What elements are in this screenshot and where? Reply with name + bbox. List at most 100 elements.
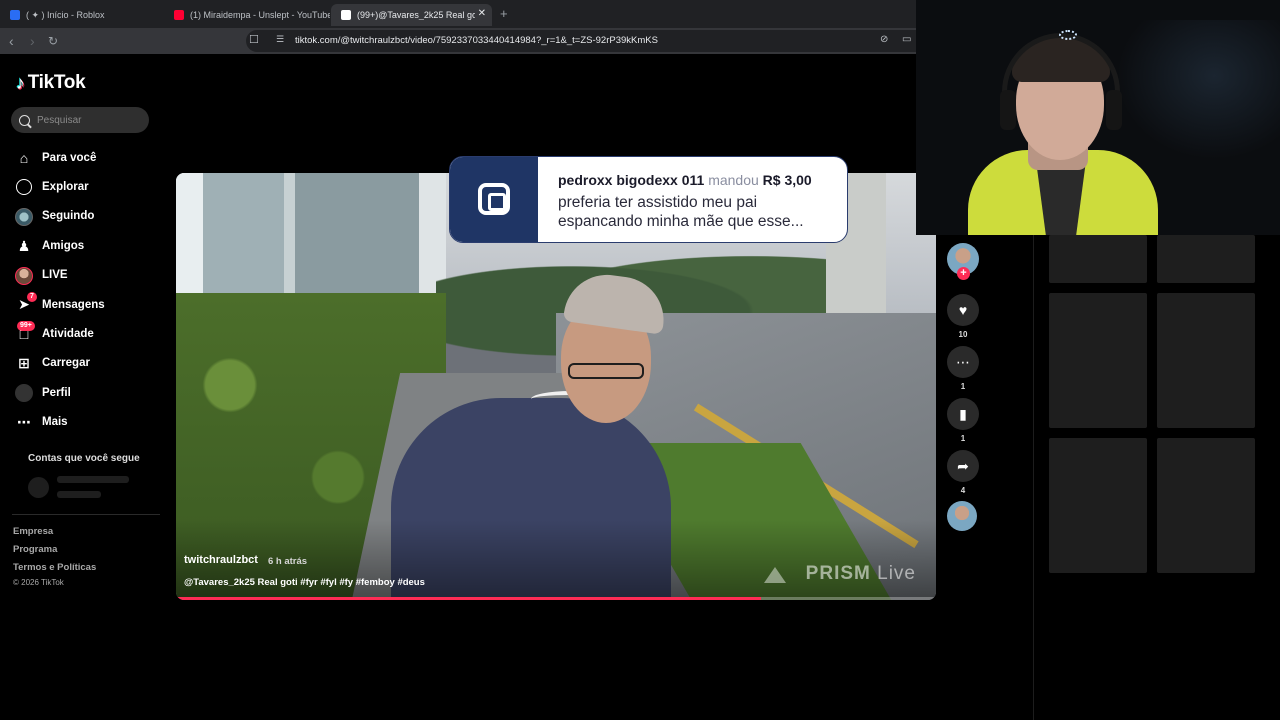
webcam-overlay (916, 0, 1280, 235)
save-button[interactable]: ▮ (947, 398, 979, 430)
bookmark-icon: ▮ (959, 405, 967, 422)
sidebar-item-seguindo[interactable]: Seguindo (0, 202, 160, 231)
live-avatar-icon (15, 266, 33, 285)
tab-label: ( ✦ ) Início - Roblox (26, 9, 105, 20)
footer-link-termos[interactable]: Termos e Políticas (13, 562, 96, 573)
address-bar[interactable]: ☐ ☰ tiktok.com/@twitchraulzbct/video/759… (246, 30, 916, 52)
sidebar-item-live[interactable]: LIVE (0, 261, 160, 290)
brand-name: TikTok (27, 72, 86, 93)
close-tab-icon[interactable]: ✕ (478, 8, 486, 19)
sidebar-item-mensagens[interactable]: ➤ 7 Mensagens (0, 290, 160, 319)
sidebar-divider (12, 514, 160, 515)
footer-link-programa[interactable]: Programa (13, 544, 57, 555)
roblox-favicon-icon (10, 10, 20, 20)
tab-tiktok[interactable]: (99+)@Tavares_2k25 Real goti #… ✕ (331, 4, 492, 26)
share-icon: ➦ (957, 457, 969, 474)
comment-icon: ⋯ (956, 353, 970, 370)
video-thumbnail[interactable] (1157, 293, 1255, 428)
tab-label: (99+)@Tavares_2k25 Real goti #… (357, 10, 475, 20)
following-avatar-icon (15, 207, 33, 226)
video-thumbnail[interactable] (1157, 438, 1255, 573)
heart-icon: ♥ (958, 302, 968, 318)
prism-watermark-bold: PRISM (805, 563, 871, 584)
share-button[interactable]: ➦ (947, 450, 979, 482)
tiktok-logo[interactable]: ♪ TikTok (16, 72, 86, 94)
video-time-ago: 6 h atrás (268, 556, 308, 567)
video-author[interactable]: twitchraulzbct (184, 554, 258, 566)
sidebar-item-perfil[interactable]: Perfil (0, 378, 160, 407)
donation-alert: pedroxx bigodexx 011 mandou R$ 3,00 pref… (449, 156, 848, 243)
like-count: 10 (958, 330, 968, 339)
search-input[interactable]: Pesquisar (11, 107, 149, 133)
alert-title: pedroxx bigodexx 011 mandou R$ 3,00 (558, 172, 812, 188)
footer-link-empresa[interactable]: Empresa (13, 526, 53, 537)
sidebar-item-amigos[interactable]: ♟ Amigos (0, 231, 160, 260)
sidebar-item-explorar[interactable]: Explorar (0, 172, 160, 201)
headphone-cup-right (1106, 90, 1122, 130)
reload-icon[interactable]: ↻ (48, 32, 58, 50)
following-accounts-title: Contas que você segue (28, 453, 140, 464)
sidebar-item-para-voce[interactable]: ⌂ Para você (0, 143, 160, 172)
video-caption[interactable]: @Tavares_2k25 Real goti #fyr #fyl #fy #f… (184, 577, 425, 588)
following-skeleton-line (57, 491, 101, 498)
sidebar-item-label: Explorar (42, 181, 89, 194)
tab-label: (1) Miraidempa - Unslept - YouTube (190, 10, 330, 20)
tab-roblox[interactable]: ( ✦ ) Início - Roblox (0, 4, 164, 26)
sidebar-item-atividade[interactable]: □ 99+ Atividade (0, 319, 160, 348)
sidebar-item-label: LIVE (42, 269, 68, 282)
video-progress-fill (176, 597, 762, 600)
url-text: tiktok.com/@twitchraulzbct/video/7592337… (295, 35, 658, 46)
site-settings-icon[interactable]: ☰ (276, 34, 284, 45)
profile-icon (15, 384, 33, 403)
more-icon: ⋯ (17, 414, 31, 431)
right-pane-divider (1033, 235, 1034, 720)
comment-count: 1 (960, 382, 966, 391)
sidebar-item-label: Seguindo (42, 210, 95, 223)
alert-sender: pedroxx bigodexx 011 (558, 172, 705, 188)
video-progress-bar[interactable] (176, 597, 936, 600)
browser-tab-bar: ( ✦ ) Início - Roblox (1) Miraidempa - U… (0, 0, 916, 28)
sidebar-item-label: Perfil (42, 386, 71, 399)
video-thumbnail[interactable] (1049, 293, 1147, 428)
webcam-background (1116, 20, 1280, 160)
like-button[interactable]: ♥ (947, 294, 979, 326)
headphone-light-icon (1059, 30, 1077, 40)
alert-amount: R$ 3,00 (762, 172, 812, 188)
home-icon: ⌂ (19, 150, 29, 166)
sidebar-nav: ⌂ Para você Explorar Seguindo ♟ Amigos L… (0, 143, 160, 437)
sidebar-item-label: Atividade (42, 328, 94, 341)
follow-plus-icon[interactable]: + (957, 267, 970, 280)
sidebar-item-label: Amigos (42, 239, 85, 252)
prism-watermark-light: Live (870, 563, 916, 584)
video-thumbnail[interactable] (1049, 438, 1147, 573)
sidebar-item-mais[interactable]: ⋯ Mais (0, 408, 160, 437)
new-tab-button[interactable]: + (500, 6, 508, 21)
search-icon (19, 114, 30, 126)
prism-live-watermark: PRISM Live (806, 563, 916, 585)
no-tracking-icon[interactable]: ⊘ (880, 34, 888, 45)
tab-youtube[interactable]: (1) Miraidempa - Unslept - YouTube (164, 4, 330, 26)
cast-icon[interactable]: ▭ (902, 34, 911, 45)
alert-message: preferia ter assistido meu pai espancand… (558, 194, 804, 230)
headphone-cup-left (1000, 90, 1016, 130)
video-thumbnail[interactable] (1157, 235, 1255, 283)
forward-icon[interactable]: › (30, 32, 35, 50)
music-disc-avatar[interactable] (947, 501, 977, 531)
copyright: © 2026 TikTok (13, 578, 64, 587)
sidebar-item-label: Mais (42, 416, 68, 429)
video-thumbnail[interactable] (1049, 235, 1147, 283)
bookmark-icon[interactable]: ☐ (249, 33, 259, 46)
comment-button[interactable]: ⋯ (947, 346, 979, 378)
video-frame-glasses (568, 363, 644, 379)
headphones-icon (1002, 33, 1120, 113)
browser-toolbar: ‹ › ↻ ☐ ☰ tiktok.com/@twitchraulzbct/vid… (0, 28, 916, 54)
sidebar-item-label: Para você (42, 151, 97, 164)
donation-logo-icon (478, 183, 510, 215)
alert-verb: mandou (708, 172, 759, 188)
compass-icon (15, 178, 33, 196)
youtube-favicon-icon (174, 10, 184, 20)
back-icon[interactable]: ‹ (9, 32, 14, 50)
sidebar-item-carregar[interactable]: ⊞ Carregar (0, 349, 160, 378)
activity-badge: 99+ (17, 321, 35, 332)
following-skeleton-avatar (28, 477, 49, 498)
